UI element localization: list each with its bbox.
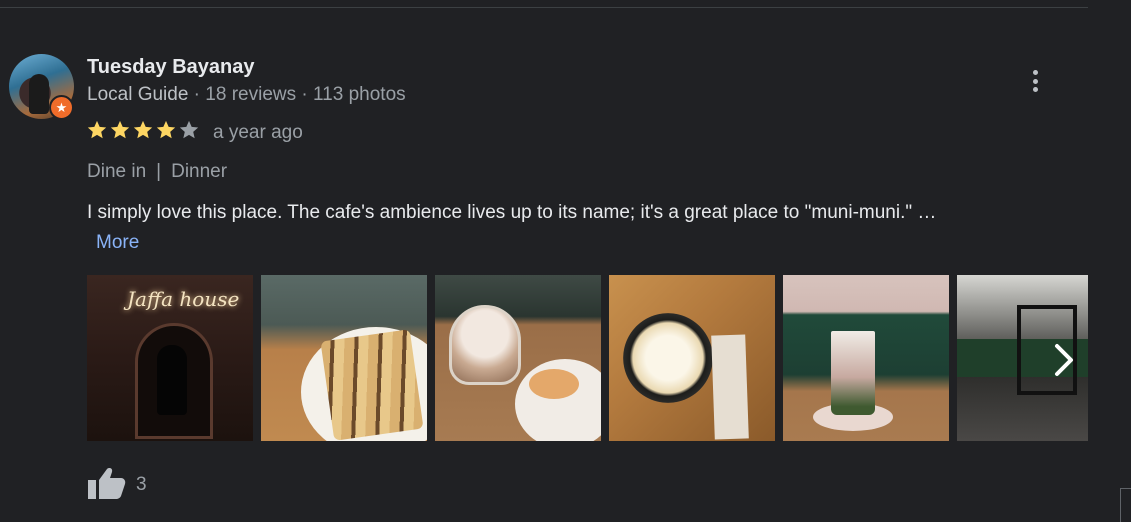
star-filled-icon — [156, 120, 176, 139]
scroll-corner — [1120, 488, 1131, 522]
avatar-figure — [29, 74, 49, 114]
local-guide-star-icon: ★ — [49, 95, 74, 120]
star-filled-icon — [87, 120, 107, 139]
tag-separator: | — [156, 161, 162, 182]
star-filled-icon — [110, 120, 130, 139]
review-text: I simply love this place. The cafe's amb… — [87, 202, 937, 223]
chevron-right-icon[interactable] — [1046, 340, 1082, 380]
photo-iced-drink[interactable] — [783, 275, 949, 441]
photo-sandwich-plate[interactable] — [261, 275, 427, 441]
top-divider — [0, 7, 1088, 8]
star-rating — [86, 119, 200, 141]
latte-glass — [449, 305, 521, 385]
tag-dine-in: Dine in — [87, 161, 147, 182]
more-link[interactable]: More — [96, 232, 139, 254]
photo-neon-sign-mirror[interactable]: Jaffa house — [87, 275, 253, 441]
photo-coffee-cup-top[interactable] — [609, 275, 775, 441]
thumb-up-icon[interactable] — [87, 466, 127, 500]
napkin — [711, 334, 749, 440]
reviewer-meta: Local Guide · 18 reviews · 113 photos — [87, 84, 406, 106]
reviewer-review-count: 18 reviews — [205, 84, 297, 105]
review-tags: Dine in | Dinner — [87, 161, 227, 183]
photo-latte-and-chips[interactable] — [435, 275, 601, 441]
sandwich — [320, 329, 424, 441]
star-filled-icon — [133, 120, 153, 139]
iced-drink-glass — [831, 331, 875, 415]
meta-separator: · — [296, 84, 314, 105]
more-vert-icon[interactable] — [1023, 68, 1047, 94]
person-silhouette — [157, 345, 187, 415]
reviewer-name[interactable]: Tuesday Bayanay — [87, 56, 255, 79]
reviewer-photo-count: 113 photos — [313, 84, 406, 105]
meta-separator: · — [188, 84, 206, 105]
review-time: a year ago — [213, 122, 303, 143]
photo-strip: Jaffa house — [87, 275, 1088, 441]
coffee-cup — [623, 313, 713, 403]
like-count: 3 — [136, 474, 147, 495]
tag-dinner: Dinner — [171, 161, 228, 182]
star-empty-icon — [179, 120, 199, 139]
chips — [529, 369, 579, 399]
reviewer-level: Local Guide — [87, 84, 189, 105]
neon-sign-text: Jaffa house — [127, 287, 240, 311]
